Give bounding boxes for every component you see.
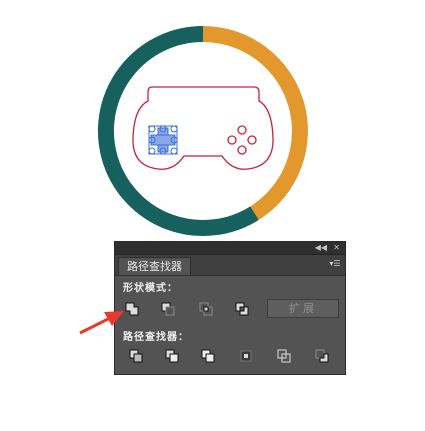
intersect-icon <box>199 302 213 316</box>
minus-back-button[interactable] <box>311 346 333 366</box>
tab-pathfinder[interactable]: 路径查找器 <box>118 257 191 275</box>
trim-icon <box>165 349 179 363</box>
tab-row: 路径查找器 ▾☰ <box>115 255 345 276</box>
minus-back-icon <box>315 349 329 363</box>
outline-button[interactable] <box>273 346 295 366</box>
ring-orange-arc <box>202 26 308 220</box>
divide-button[interactable] <box>125 346 147 366</box>
merge-icon <box>201 349 215 363</box>
divide-icon <box>129 349 143 363</box>
minus-front-icon <box>161 302 175 316</box>
exclude-icon <box>235 302 249 316</box>
unite-icon <box>125 302 139 316</box>
merge-button[interactable] <box>197 346 219 366</box>
trim-button[interactable] <box>161 346 183 366</box>
crop-button[interactable] <box>235 346 257 366</box>
ring-teal-arc <box>97 26 259 236</box>
selected-dpad[interactable] <box>148 125 178 155</box>
exclude-button[interactable] <box>231 299 253 319</box>
expand-button[interactable]: 扩展 <box>267 299 339 318</box>
artwork-canvas <box>97 26 308 236</box>
pathfinders-label: 路径查找器： <box>123 332 189 343</box>
controller-buttons <box>227 125 257 155</box>
collapse-icon[interactable]: ◀◀ <box>315 242 327 254</box>
panel-menu-icon[interactable]: ▾☰ <box>329 259 341 269</box>
panel-titlebar[interactable]: ◀◀ ✕ <box>115 242 345 255</box>
intersect-button[interactable] <box>195 299 217 319</box>
minus-front-button[interactable] <box>157 299 179 319</box>
shape-modes-label: 形状模式： <box>123 283 178 294</box>
outline-icon <box>277 349 291 363</box>
unite-button[interactable] <box>121 299 143 319</box>
pathfinder-panel: ◀◀ ✕ 路径查找器 ▾☰ 形状模式： 扩展 路径查找器： <box>114 241 346 375</box>
gamepad-icon <box>132 86 274 170</box>
close-icon[interactable]: ✕ <box>333 242 340 254</box>
crop-icon <box>240 350 252 362</box>
